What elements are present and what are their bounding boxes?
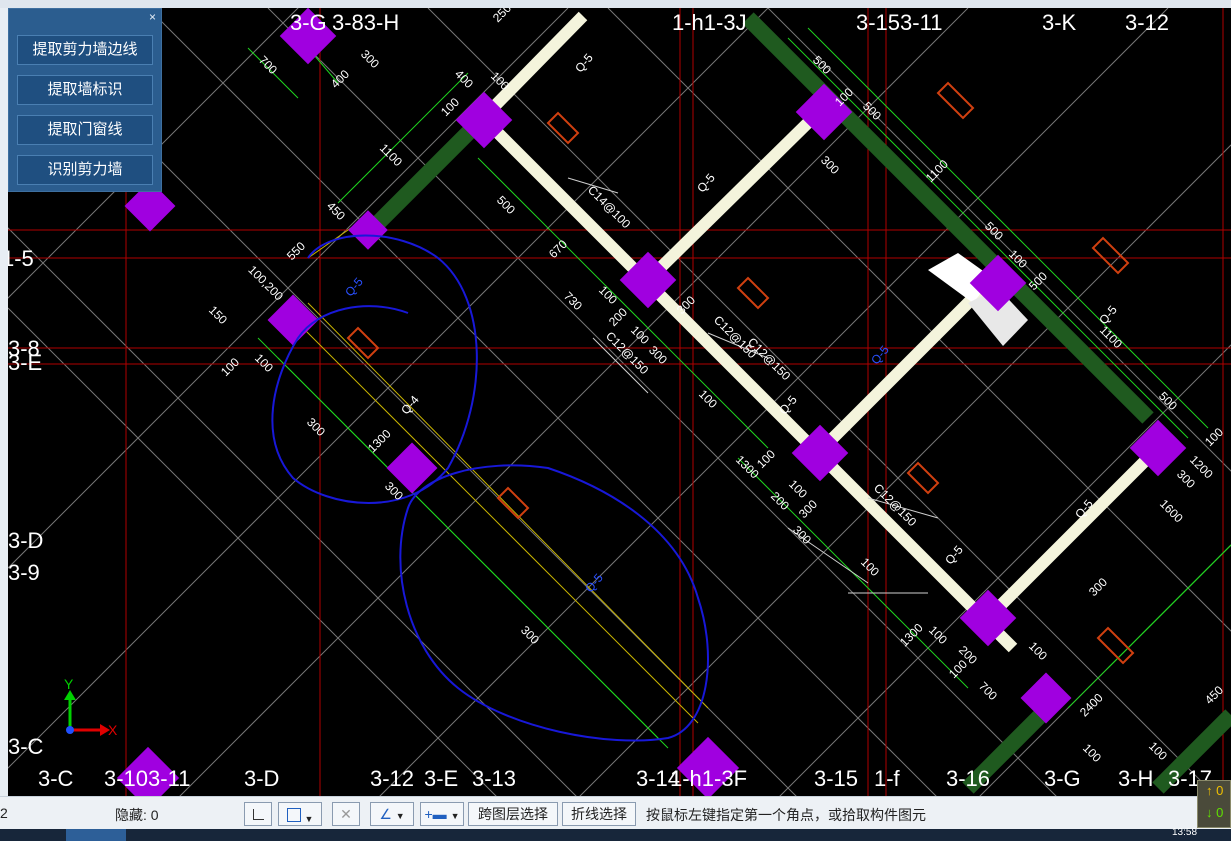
cross-layer-select-button[interactable]: 跨图层选择 xyxy=(468,802,558,826)
grid-label: 3-D xyxy=(244,766,280,791)
polyline-select-button[interactable]: 折线选择 xyxy=(562,802,636,826)
angle-snap-dropdown[interactable]: ∠ ▼ xyxy=(370,802,414,826)
grid-label: 1-5 xyxy=(8,246,34,271)
grid-label: 1-h1-3F xyxy=(670,766,748,791)
top-strip xyxy=(0,0,1231,8)
grid-label: 3-K xyxy=(1042,10,1077,35)
shear-wall-tool-panel: × 提取剪力墙边线 提取墙标识 提取门窗线 识别剪力墙 xyxy=(8,8,162,192)
grid-label: 3-H xyxy=(1118,766,1154,791)
grid-label: 3-E xyxy=(424,766,459,791)
cad-drawing-canvas[interactable]: 3-G 3-83-H 1-h1-3J 3-153-11 3-K 3-12 1-5… xyxy=(8,8,1231,796)
ucs-axis-icon xyxy=(64,690,110,736)
grid-label: 3-C xyxy=(38,766,74,791)
ortho-toggle-button[interactable] xyxy=(244,802,272,826)
grid-label: 3-16 xyxy=(946,766,991,791)
cad-drawing xyxy=(8,8,1231,796)
left-strip xyxy=(0,8,8,796)
chevron-down-icon: ▼ xyxy=(450,811,460,821)
hidden-count: 隐藏: 0 xyxy=(115,807,159,823)
grid-label: 3-12 xyxy=(1125,10,1170,35)
grid-label: 1-h1-3J xyxy=(672,10,747,35)
status-left-value: 2 xyxy=(0,805,8,821)
grid-label: 3-13 xyxy=(472,766,517,791)
axis-y-label: Y xyxy=(64,676,74,692)
ortho-icon xyxy=(252,809,264,820)
chevron-down-icon: ▼ xyxy=(304,814,314,824)
command-prompt: 按鼠标左键指定第一个角点，或拾取构件图元 xyxy=(646,807,926,823)
grid-label: 3-103-11 xyxy=(104,766,191,791)
indicator-down: ↓ 0 xyxy=(1206,805,1224,820)
taskbar-clock: 13:58 xyxy=(1172,827,1198,838)
grid-label: 3-E xyxy=(8,350,43,375)
grid-label: 3-12 xyxy=(370,766,415,791)
taskbar: 13:58 xyxy=(0,827,1231,841)
extract-wall-label-button[interactable]: 提取墙标识 xyxy=(17,75,153,105)
panel-close-icon[interactable]: × xyxy=(149,11,156,23)
axis-x-label: X xyxy=(108,722,118,738)
grid-label: 3-153-11 xyxy=(856,10,943,35)
select-box-icon xyxy=(286,808,301,822)
grid-label: 1-f xyxy=(874,766,900,791)
indicator-up: ↑ 0 xyxy=(1206,783,1224,798)
grid-label: 3-9 xyxy=(8,560,40,585)
grid-label: 3-G xyxy=(1044,766,1081,791)
chevron-down-icon: ▼ xyxy=(395,811,405,821)
extract-door-window-line-button[interactable]: 提取门窗线 xyxy=(17,115,153,145)
status-bar: 2 隐藏: 0 ▼ ✕ ∠ ▼ +▬ ▼ 跨图层选择 折线选择 按鼠标左键指定第… xyxy=(0,796,1231,829)
add-layer-dropdown[interactable]: +▬ ▼ xyxy=(420,802,464,826)
extract-shear-wall-edge-button[interactable]: 提取剪力墙边线 xyxy=(17,35,153,65)
layer-indicator: ↑ 0 ↓ 0 xyxy=(1197,780,1231,828)
select-box-dropdown[interactable]: ▼ xyxy=(278,802,322,826)
grid-label: 3-G xyxy=(290,10,327,35)
grid-label: 3-15 xyxy=(814,766,859,791)
grid-label: 3-D xyxy=(8,528,44,553)
grid-label: 3-83-H xyxy=(332,10,400,35)
identify-shear-wall-button[interactable]: 识别剪力墙 xyxy=(17,155,153,185)
angle-icon: ∠ xyxy=(379,806,392,822)
cancel-select-button[interactable]: ✕ xyxy=(332,802,360,826)
taskbar-active-app[interactable] xyxy=(66,829,126,841)
add-layer-icon: +▬ xyxy=(424,806,447,822)
grid-label: 3-C xyxy=(8,734,44,759)
